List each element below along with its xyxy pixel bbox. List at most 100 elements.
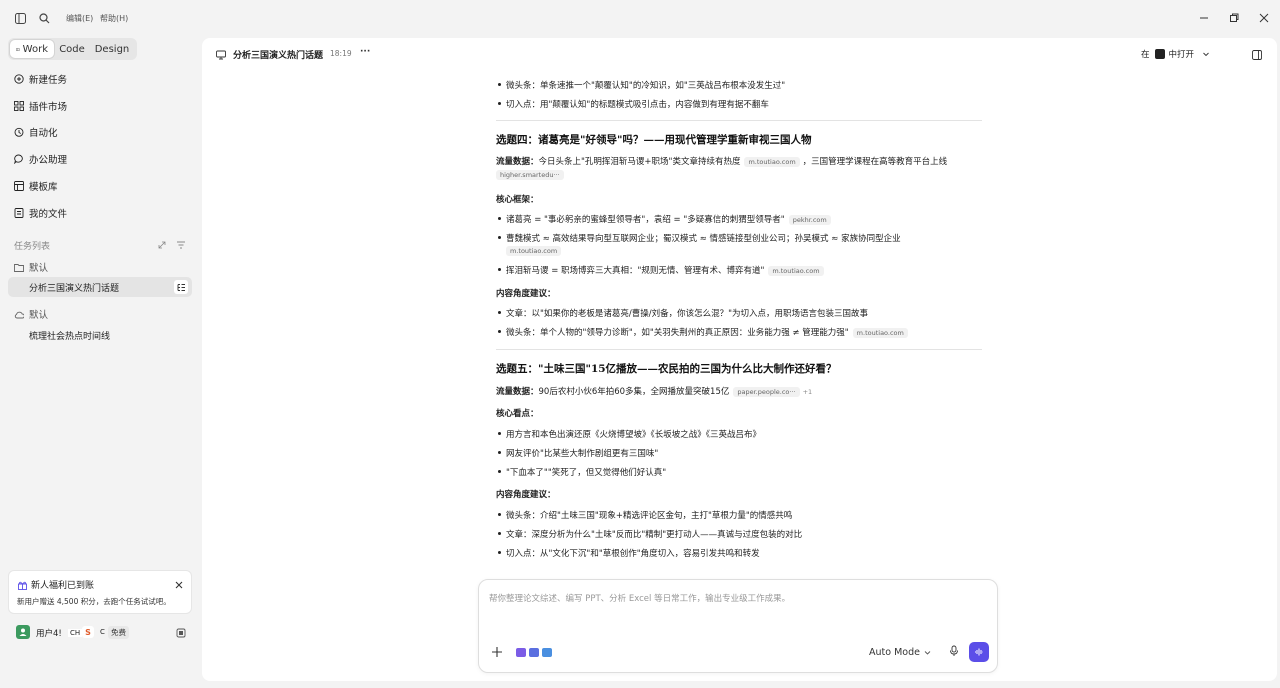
list-item: 网友评价"比某些大制作剧组更有三国味" bbox=[497, 449, 659, 459]
topic4-traffic: 流量数据：今日头条上"孔明挥泪斩马谡+职场"类文章持续有热度 m.toutiao.… bbox=[496, 155, 947, 167]
nav-office-assistant-label: 办公助理 bbox=[29, 155, 68, 166]
cloud-icon bbox=[14, 309, 24, 319]
nav-new-task[interactable]: 新建任务 bbox=[14, 72, 67, 86]
collapse-icon[interactable] bbox=[157, 239, 167, 249]
tab-code[interactable]: Code bbox=[54, 40, 90, 58]
task-group-label: 默认 bbox=[29, 310, 49, 321]
tab-work[interactable]: Work bbox=[10, 40, 54, 58]
traffic-label: 流量数据： bbox=[496, 387, 539, 397]
mode-selector[interactable]: Auto Mode bbox=[869, 644, 931, 660]
tab-design[interactable]: Design bbox=[90, 40, 134, 58]
traffic-text: ，三国管理学课程在高等教育平台上线 bbox=[802, 157, 948, 167]
list-item-text: 曹魏模式 ≈ 高效结果导向型互联网企业；蜀汉模式 ≈ 情感链接型创业公司；孙吴模… bbox=[506, 234, 901, 244]
source-chip[interactable]: pekhr.com bbox=[788, 214, 831, 225]
voice-wave-icon bbox=[975, 648, 983, 656]
list-item: 诸葛亮 = "事必躬亲的蜜蜂型领导者"，袁绍 = "多疑寡信的刺猬型领导者" pe… bbox=[498, 213, 831, 225]
menu-edit[interactable]: 编辑(E) bbox=[66, 13, 93, 24]
user-extra2: C bbox=[100, 628, 105, 636]
list-item: 文章：以"如果你的老板是诸葛亮/曹操/刘备，你该怎么混？"为切入点，用职场语言包… bbox=[497, 307, 868, 319]
list-item-cont: m.toutiao.com bbox=[506, 246, 562, 257]
divider bbox=[496, 120, 982, 121]
list-item: "下血本了""笑死了，但又觉得他们好认真" bbox=[497, 468, 667, 478]
points-label: 核心看点： bbox=[496, 409, 539, 419]
source-chip[interactable]: m.toutiao.com bbox=[506, 246, 562, 256]
chat-header: 分析三国演义热门话题 18:19 ··· 在 中打开 bbox=[202, 38, 1277, 70]
task-item-active[interactable]: 分析三国演义热门话题 bbox=[8, 277, 192, 297]
source-more[interactable]: +1 bbox=[803, 388, 813, 396]
source-chip[interactable]: paper.people.co··· bbox=[733, 386, 800, 397]
file-icon bbox=[14, 208, 24, 218]
open-in-prefix: 在 bbox=[1141, 50, 1150, 60]
topic4-traffic-cont: higher.smartedu··· bbox=[496, 170, 564, 181]
framework-label: 核心框架： bbox=[496, 195, 539, 205]
monitor-icon bbox=[216, 49, 226, 60]
traffic-text: 今日头条上"孔明挥泪斩马谡+职场"类文章持续有热度 bbox=[538, 157, 741, 167]
nav-my-files[interactable]: 我的文件 bbox=[14, 206, 67, 220]
chevron-down-icon bbox=[1202, 50, 1210, 58]
tab-work-label: Work bbox=[22, 43, 48, 55]
plan-badge[interactable]: 免费 bbox=[108, 626, 129, 639]
task-group-cloud[interactable]: 默认 bbox=[14, 307, 48, 321]
gift-icon bbox=[18, 579, 27, 590]
task-item-label: 梳理社会热点时间线 bbox=[29, 331, 111, 342]
topic4-heading: 选题四：诸葛亮是"好领导"吗？——用现代管理学重新审视三国人物 bbox=[496, 134, 812, 146]
traffic-label: 流量数据： bbox=[496, 157, 539, 167]
nav-template-library[interactable]: 模板库 bbox=[14, 179, 58, 193]
restore-icon[interactable] bbox=[1226, 10, 1242, 26]
topic5-heading: 选题五："土味三国"15亿播放——农民拍的三国为什么比大制作还好看？ bbox=[496, 363, 837, 375]
add-icon[interactable] bbox=[491, 646, 503, 658]
nav-office-assistant[interactable]: 办公助理 bbox=[14, 152, 67, 166]
traffic-text: 90后农村小伙6年拍60多集，全网播放量突破15亿 bbox=[538, 387, 730, 397]
minimize-icon[interactable] bbox=[1196, 10, 1212, 26]
promo-close-icon[interactable] bbox=[175, 578, 183, 589]
avatar[interactable] bbox=[16, 625, 30, 639]
tool-icons[interactable] bbox=[516, 646, 552, 658]
nav-plugin-market[interactable]: 插件市场 bbox=[14, 99, 67, 113]
video-icon bbox=[516, 647, 526, 657]
topic5-traffic: 流量数据：90后农村小伙6年拍60多集，全网播放量突破15亿 paper.peop… bbox=[496, 385, 812, 397]
list-item-text: 诸葛亮 = "事必躬亲的蜜蜂型领导者"，袁绍 = "多疑寡信的刺猬型领导者" bbox=[506, 215, 785, 225]
nav-new-task-label: 新建任务 bbox=[29, 75, 68, 86]
prompt-input[interactable]: 帮你整理论文综述、编写 PPT、分析 Excel 等日常工作，输出专业级工作成果… bbox=[489, 592, 987, 632]
task-list-title: 任务列表 bbox=[14, 242, 51, 252]
source-chip[interactable]: m.toutiao.com bbox=[768, 265, 824, 276]
source-chip[interactable]: m.toutiao.com bbox=[744, 156, 800, 167]
close-window-icon[interactable] bbox=[1256, 10, 1272, 26]
list-item: 文章：深度分析为什么"土味"反而比"精制"更打动人——真诚与过度包装的对比 bbox=[497, 530, 803, 540]
plus-circle-icon bbox=[14, 74, 24, 84]
menu-help[interactable]: 帮助(H) bbox=[100, 13, 128, 24]
angle-label: 内容角度建议： bbox=[496, 490, 556, 500]
nav-template-library-label: 模板库 bbox=[29, 182, 58, 193]
clock-icon bbox=[14, 127, 24, 137]
task-group-default[interactable]: 默认 bbox=[14, 260, 48, 274]
more-button[interactable]: ··· bbox=[360, 47, 370, 57]
chat-time: 18:19 bbox=[330, 49, 352, 58]
search-icon[interactable] bbox=[36, 10, 52, 26]
design-icon bbox=[542, 647, 552, 657]
promo-text: 新用户赠送 4,500 积分，去跑个任务试试吧。 bbox=[17, 597, 171, 606]
list-item: 曹魏模式 ≈ 高效结果导向型互联网企业；蜀汉模式 ≈ 情感链接型创业公司；孙吴模… bbox=[498, 232, 901, 244]
sidebar-toggle-icon[interactable] bbox=[12, 10, 28, 26]
source-chip[interactable]: m.toutiao.com bbox=[852, 327, 908, 338]
task-item[interactable]: 梳理社会热点时间线 bbox=[8, 325, 192, 345]
panel-icon[interactable] bbox=[176, 627, 186, 638]
source-chip[interactable]: higher.smartedu··· bbox=[496, 170, 564, 180]
microphone-icon[interactable] bbox=[949, 645, 959, 657]
filter-icon[interactable] bbox=[176, 239, 186, 249]
app-icon bbox=[1154, 49, 1165, 59]
main-panel: 分析三国演义热门话题 18:19 ··· 在 中打开 微头条：单条速推一个"颠覆… bbox=[202, 38, 1277, 681]
mode-label: Auto Mode bbox=[869, 646, 920, 658]
list-item-text: 挥泪斩马谡 = 职场博弈三大真相："规则无情、管理有术、博弈有道" bbox=[506, 266, 765, 276]
send-button[interactable] bbox=[969, 642, 989, 662]
task-group-label: 默认 bbox=[29, 263, 49, 274]
list-item-text: 微头条：单个人物的"领导力诊断"，如"关羽失荆州的真正原因：业务能力强 ≠ 管理… bbox=[506, 328, 849, 338]
user-name[interactable]: 用户4! bbox=[36, 627, 62, 639]
list-item: 切入点：从"文化下沉"和"草根创作"角度切入，容易引发共鸣和转发 bbox=[498, 549, 760, 559]
list-item: 微头条：介绍"土味三国"现象+精选评论区金句，主打"草根力量"的情感共鸣 bbox=[497, 511, 793, 521]
task-tree-icon[interactable] bbox=[174, 280, 188, 294]
image-icon bbox=[529, 647, 539, 657]
panel-toggle-icon[interactable] bbox=[1252, 49, 1262, 60]
nav-automation[interactable]: 自动化 bbox=[14, 125, 58, 139]
open-in-button[interactable]: 在 中打开 bbox=[1134, 45, 1222, 63]
grid-icon bbox=[14, 101, 24, 111]
